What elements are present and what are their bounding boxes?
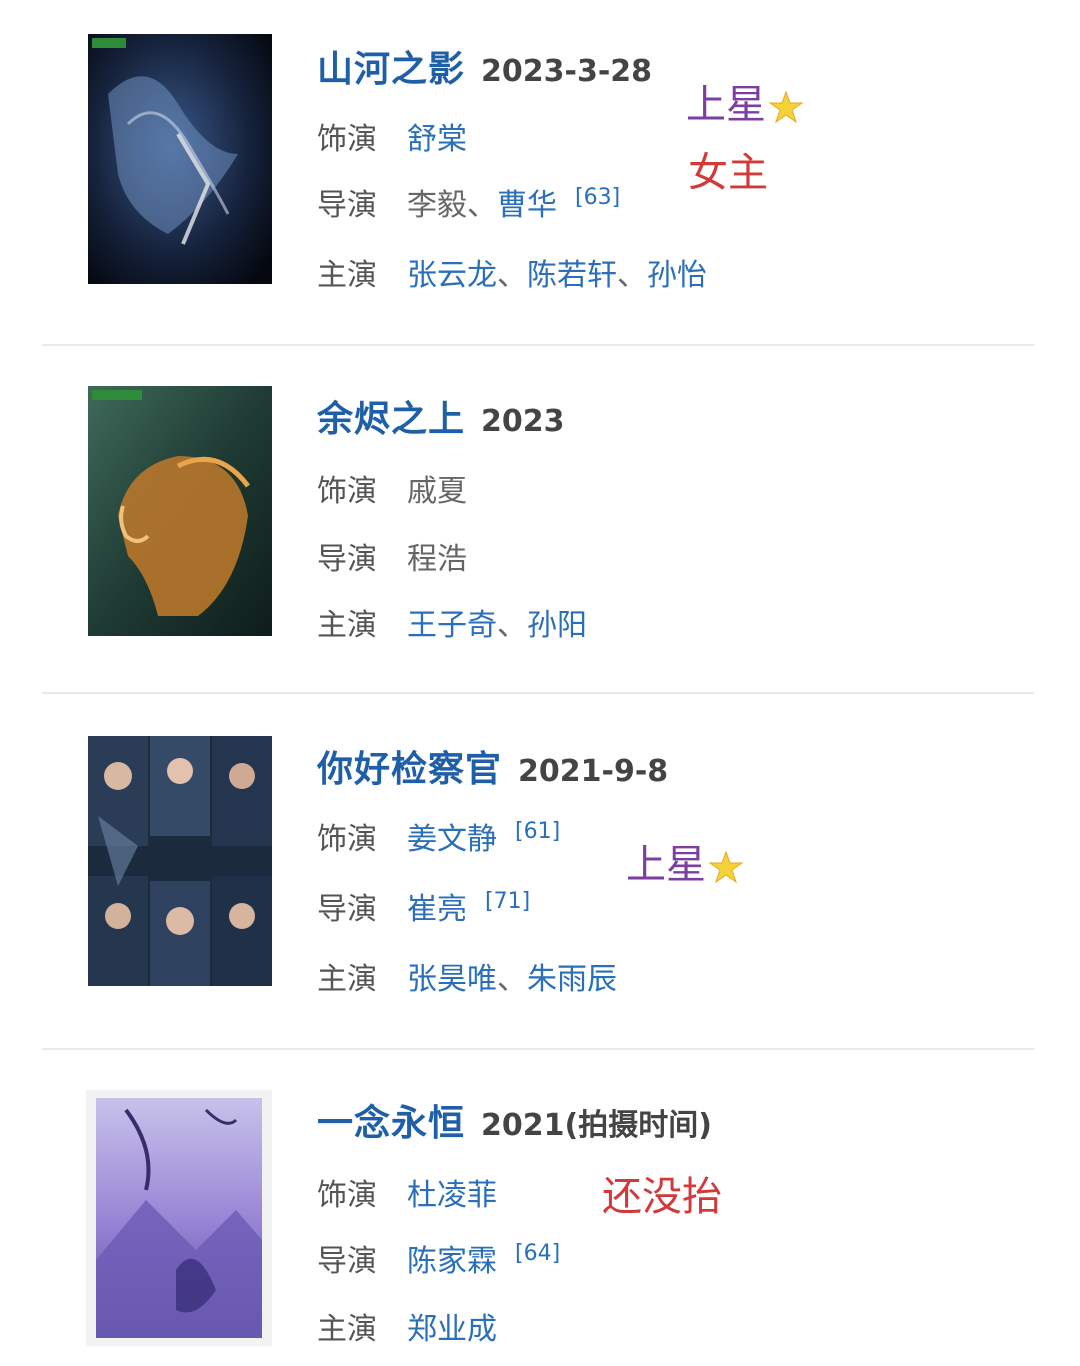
name-separator: 、 [467, 188, 497, 223]
role-name[interactable]: 姜文静 [407, 822, 497, 857]
star-icon [768, 90, 804, 124]
role-label: 饰演 [317, 474, 377, 509]
annotation-note: 上星 [626, 832, 744, 890]
director-name[interactable]: 崔亮 [407, 892, 467, 927]
cast-member[interactable]: 朱雨辰 [527, 962, 617, 997]
director-name: 李毅 [407, 188, 467, 223]
name-separator: 、 [497, 962, 527, 997]
cast-member[interactable]: 张云龙 [407, 258, 497, 293]
release-date: 2021-9-8 [518, 754, 669, 789]
poster-image[interactable] [88, 736, 272, 986]
cast-member[interactable]: 郑业成 [407, 1312, 497, 1347]
poster-image[interactable] [86, 1090, 272, 1346]
prosecutor-cast-poster-icon [88, 736, 272, 986]
note-text: 还没抬 [602, 1174, 722, 1220]
role-name[interactable]: 杜凌菲 [407, 1178, 497, 1213]
poster-image[interactable] [88, 34, 272, 284]
cast-member[interactable]: 孙怡 [647, 258, 707, 293]
annotation-note: 女主 [688, 140, 768, 198]
star-icon [708, 850, 744, 884]
cast-member[interactable]: 张昊唯 [407, 962, 497, 997]
director-label: 导演 [317, 1244, 377, 1279]
drama-title[interactable]: 山河之影 [317, 49, 465, 90]
name-separator: 、 [617, 258, 647, 293]
annotation-note: 上星 [686, 72, 804, 130]
drama-title[interactable]: 你好检察官 [317, 749, 502, 790]
entry-divider [42, 344, 1034, 346]
note-text: 上星 [686, 82, 766, 128]
cast-label: 主演 [317, 1312, 377, 1347]
cast-label: 主演 [317, 258, 377, 293]
release-date: 2021(拍摄时间) [481, 1108, 712, 1143]
name-separator: 、 [497, 258, 527, 293]
citation-ref[interactable]: [63] [575, 185, 620, 210]
citation-ref[interactable]: [71] [485, 889, 530, 914]
release-date: 2023-3-28 [481, 54, 653, 89]
role-name[interactable]: 舒棠 [407, 122, 467, 157]
citation-ref[interactable]: [64] [515, 1241, 560, 1266]
director-name[interactable]: 陈家霖 [407, 1244, 497, 1279]
golden-profile-poster-icon [88, 386, 272, 636]
role-name: 戚夏 [407, 474, 467, 509]
cast-member[interactable]: 王子奇 [407, 608, 497, 643]
director-name[interactable]: 曹华 [497, 188, 557, 223]
drama-title[interactable]: 余烬之上 [317, 399, 465, 440]
director-name: 程浩 [407, 542, 467, 577]
drama-title[interactable]: 一念永恒 [317, 1103, 465, 1144]
citation-ref[interactable]: [61] [515, 819, 560, 844]
cast-member[interactable]: 陈若轩 [527, 258, 617, 293]
note-text: 上星 [626, 842, 706, 888]
poster-image[interactable] [88, 386, 272, 636]
director-label: 导演 [317, 188, 377, 223]
entry-divider [42, 1048, 1034, 1050]
note-text: 女主 [688, 150, 768, 196]
cast-member[interactable]: 孙阳 [527, 608, 587, 643]
name-separator: 、 [497, 608, 527, 643]
cast-label: 主演 [317, 962, 377, 997]
director-label: 导演 [317, 892, 377, 927]
role-label: 饰演 [317, 822, 377, 857]
purple-fantasy-poster-icon [96, 1098, 262, 1338]
release-date: 2023 [481, 404, 565, 439]
entry-divider [42, 692, 1034, 694]
annotation-note: 还没抬 [602, 1164, 722, 1222]
cast-label: 主演 [317, 608, 377, 643]
dark-blue-drama-poster-icon [88, 34, 272, 284]
role-label: 饰演 [317, 1178, 377, 1213]
role-label: 饰演 [317, 122, 377, 157]
director-label: 导演 [317, 542, 377, 577]
